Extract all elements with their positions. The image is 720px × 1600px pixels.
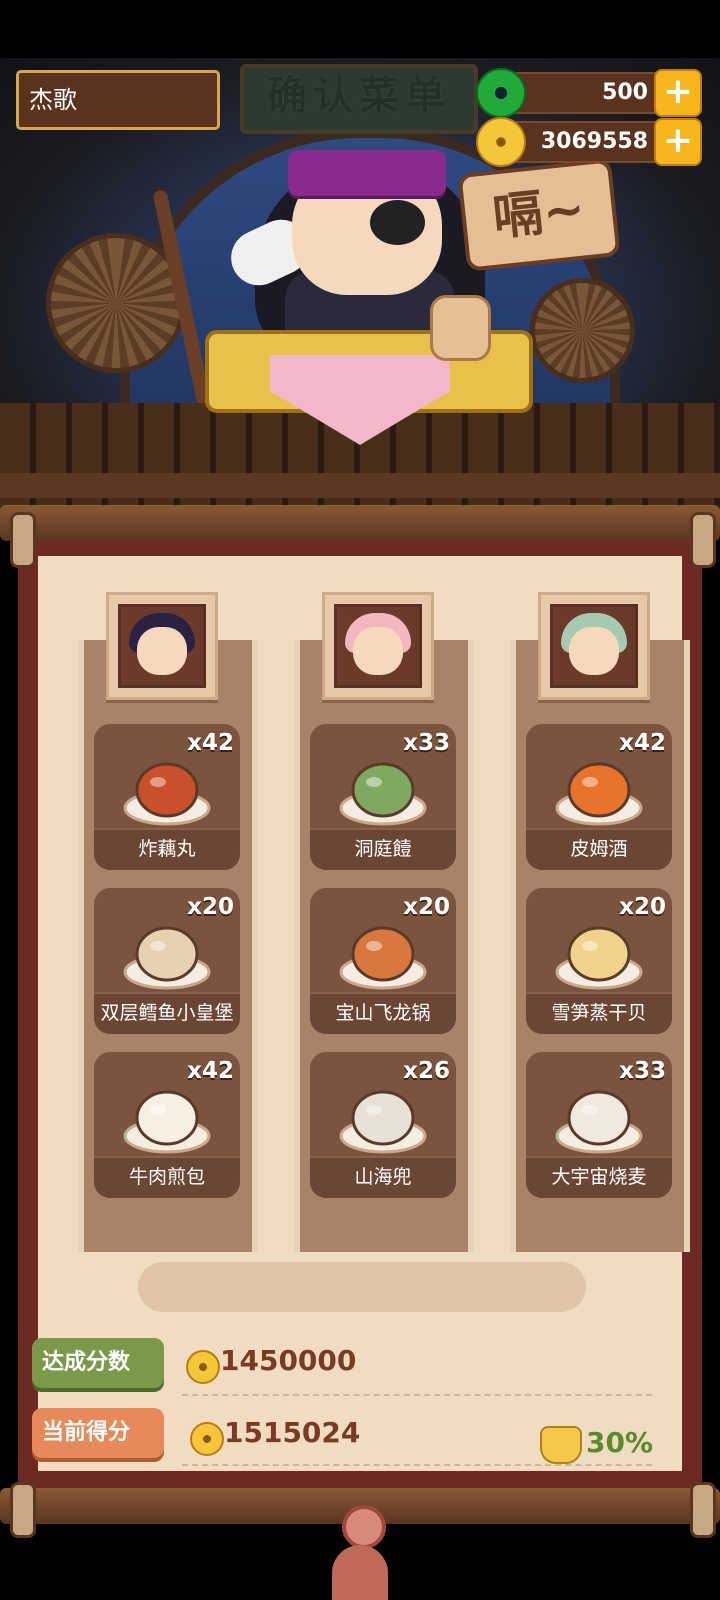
jade-value: 500 <box>602 80 648 105</box>
menu-sign: 确认菜单 <box>240 64 478 134</box>
character-headband <box>288 150 446 196</box>
target-score-tag: 达成分数 <box>32 1338 164 1388</box>
dish-icon <box>122 1074 212 1156</box>
dish-icon <box>122 746 212 828</box>
hand-fan-right <box>530 278 635 383</box>
gold-coin-icon <box>186 1350 220 1384</box>
add-jade-button[interactable]: + <box>654 69 702 117</box>
dish-card[interactable]: x42 皮姆酒 <box>526 724 672 870</box>
dish-count: x33 <box>403 730 450 756</box>
rod-cap-right <box>690 512 716 568</box>
divider <box>182 1394 652 1396</box>
dish-name: 洞庭饐 <box>310 828 456 870</box>
dish-count: x33 <box>619 1058 666 1084</box>
dish-card[interactable]: x26 山海兜 <box>310 1052 456 1198</box>
bonus-coin-pot-icon <box>540 1426 582 1464</box>
rod-cap-right <box>690 1482 716 1538</box>
player-name-box[interactable]: 杰歌 <box>16 70 220 130</box>
dish-card[interactable]: x20 双层鳕鱼小皇堡 <box>94 888 240 1034</box>
dish-card[interactable]: x42 牛肉煎包 <box>94 1052 240 1198</box>
dish-name: 山海兜 <box>310 1156 456 1198</box>
jade-counter: 500 + <box>476 68 702 118</box>
current-score-tag: 当前得分 <box>32 1408 164 1458</box>
dish-name: 牛肉煎包 <box>94 1156 240 1198</box>
dish-count: x42 <box>187 1058 234 1084</box>
game-screen: 确认菜单 嗝~ 杰歌 500 + 3069558 + x42 炸藕丸 x20 双… <box>0 0 720 1600</box>
dish-icon <box>122 910 212 992</box>
target-score-value: 1450000 <box>220 1344 357 1377</box>
menu-sign-text: 确认菜单 <box>267 73 451 119</box>
eye-patch <box>370 200 425 245</box>
dish-name: 大宇宙烧麦 <box>526 1156 672 1198</box>
gold-coin-icon <box>476 117 526 167</box>
dish-card[interactable]: x42 炸藕丸 <box>94 724 240 870</box>
bonus-percent: 30% <box>586 1426 654 1459</box>
dish-icon <box>554 746 644 828</box>
customer-portrait-3 <box>538 592 650 700</box>
customer-portrait-2 <box>322 592 434 700</box>
coin-value: 3069558 <box>540 129 648 154</box>
jade-coin-icon <box>476 68 526 118</box>
fence-rail <box>0 473 720 498</box>
chinese-knot-tassel[interactable] <box>320 1505 400 1600</box>
dish-count: x26 <box>403 1058 450 1084</box>
add-coin-button[interactable]: + <box>654 118 702 166</box>
dish-name: 双层鳕鱼小皇堡 <box>94 992 240 1034</box>
stacked-bowls <box>430 295 491 361</box>
dish-icon <box>338 746 428 828</box>
dish-count: x20 <box>403 894 450 920</box>
customer-portrait-1 <box>106 592 218 700</box>
dish-card[interactable]: x20 雪笋蒸干贝 <box>526 888 672 1034</box>
dish-icon <box>554 910 644 992</box>
dish-count: x20 <box>619 894 666 920</box>
dish-card[interactable]: x33 大宇宙烧麦 <box>526 1052 672 1198</box>
scroll-rod-top <box>0 505 720 541</box>
dish-count: x20 <box>187 894 234 920</box>
divider <box>182 1464 652 1466</box>
status-bar <box>0 0 720 58</box>
speech-sign-text: 嗝~ <box>490 179 588 247</box>
rod-cap-left <box>10 512 36 568</box>
dish-icon <box>338 910 428 992</box>
dish-count: x42 <box>619 730 666 756</box>
coin-counter: 3069558 + <box>476 117 702 167</box>
dish-name: 炸藕丸 <box>94 828 240 870</box>
rod-cap-left <box>10 1482 36 1538</box>
gold-coin-icon <box>190 1422 224 1456</box>
dish-card[interactable]: x33 洞庭饐 <box>310 724 456 870</box>
dish-icon <box>338 1074 428 1156</box>
dish-count: x42 <box>187 730 234 756</box>
dish-name: 雪笋蒸干贝 <box>526 992 672 1034</box>
dish-name: 皮姆酒 <box>526 828 672 870</box>
current-score-value: 1515024 <box>224 1416 361 1449</box>
dish-icon <box>554 1074 644 1156</box>
dish-card[interactable]: x20 宝山飞龙锅 <box>310 888 456 1034</box>
progress-track <box>138 1262 586 1312</box>
speech-sign: 嗝~ <box>457 158 621 272</box>
player-name: 杰歌 <box>29 86 77 114</box>
dish-name: 宝山飞龙锅 <box>310 992 456 1034</box>
